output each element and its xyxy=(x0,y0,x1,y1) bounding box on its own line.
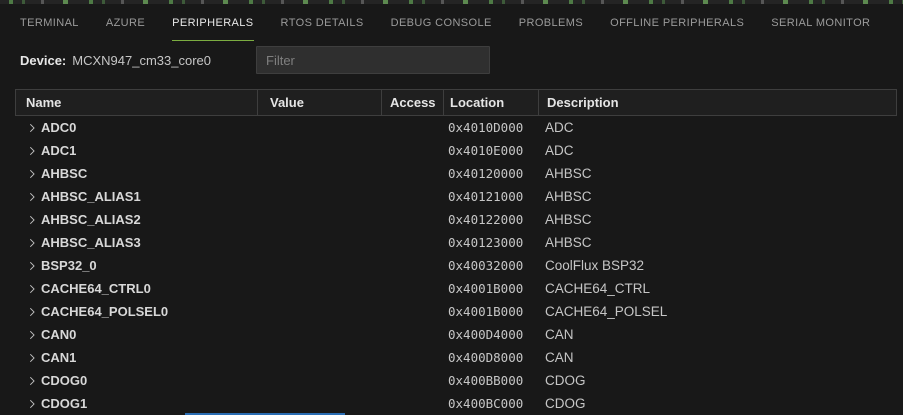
peripheral-location: 0x40122000 xyxy=(448,212,523,227)
peripheral-name: AHBSC_ALIAS1 xyxy=(41,189,141,204)
peripheral-name: CDOG0 xyxy=(41,373,87,388)
panel-tab-label: PERIPHERALS xyxy=(172,17,253,29)
peripheral-description: ADC xyxy=(545,143,574,158)
table-header: Name Value Access Location Description xyxy=(15,89,897,116)
peripheral-location: 0x400D8000 xyxy=(448,350,523,365)
column-header-name: Name xyxy=(16,90,257,115)
panel-tab-rtos-details[interactable]: RTOS DETAILS xyxy=(281,4,364,41)
table-row[interactable]: CACHE64_CTRL0 0x4001B000 CACHE64_CTRL xyxy=(0,277,903,300)
peripheral-location: 0x4001B000 xyxy=(448,304,523,319)
chevron-right-icon[interactable] xyxy=(25,235,41,251)
peripheral-name: AHBSC_ALIAS3 xyxy=(41,235,141,250)
panel-tab-serial-monitor[interactable]: SERIAL MONITOR xyxy=(771,4,870,41)
table-row[interactable]: CDOG0 0x400BB000 CDOG xyxy=(0,369,903,392)
peripheral-table-body: ADC0 0x4010D000 ADC ADC1 0x4010E000 ADC … xyxy=(0,116,903,415)
panel-tab-label: RTOS DETAILS xyxy=(281,17,364,29)
peripheral-location: 0x40120000 xyxy=(448,166,523,181)
table-row[interactable]: BSP32_0 0x40032000 CoolFlux BSP32 xyxy=(0,254,903,277)
peripheral-name: BSP32_0 xyxy=(41,258,97,273)
peripheral-location: 0x400BB000 xyxy=(448,373,523,388)
column-header-value: Value xyxy=(257,90,381,115)
peripheral-name: AHBSC xyxy=(41,166,87,181)
panel-tab-azure[interactable]: AZURE xyxy=(106,4,145,41)
peripheral-location: 0x40123000 xyxy=(448,235,523,250)
peripheral-name: CAN1 xyxy=(41,350,76,365)
peripheral-name: CACHE64_CTRL0 xyxy=(41,281,151,296)
chevron-right-icon[interactable] xyxy=(25,166,41,182)
panel-tab-label: PROBLEMS xyxy=(519,17,583,29)
table-row[interactable]: AHBSC_ALIAS1 0x40121000 AHBSC xyxy=(0,185,903,208)
device-toolbar: Device: MCXN947_cm33_core0 xyxy=(0,41,903,79)
peripheral-location: 0x40032000 xyxy=(448,258,523,273)
chevron-right-icon[interactable] xyxy=(25,120,41,136)
device-name-value: MCXN947_cm33_core0 xyxy=(72,53,211,68)
panel-tab-offline-peripherals[interactable]: OFFLINE PERIPHERALS xyxy=(610,4,744,41)
peripheral-name: CDOG1 xyxy=(41,396,87,411)
chevron-right-icon[interactable] xyxy=(25,189,41,205)
peripheral-description: AHBSC xyxy=(545,166,592,181)
chevron-right-icon[interactable] xyxy=(25,281,41,297)
peripheral-description: AHBSC xyxy=(545,189,592,204)
table-row[interactable]: ADC1 0x4010E000 ADC xyxy=(0,139,903,162)
panel-tab-label: SERIAL MONITOR xyxy=(771,17,870,29)
peripheral-name: CACHE64_POLSEL0 xyxy=(41,304,168,319)
chevron-right-icon[interactable] xyxy=(25,258,41,274)
peripheral-description: CDOG xyxy=(545,373,586,388)
peripheral-name: AHBSC_ALIAS2 xyxy=(41,212,141,227)
chevron-right-icon[interactable] xyxy=(25,212,41,228)
panel-tab-debug-console[interactable]: DEBUG CONSOLE xyxy=(391,4,492,41)
panel-tab-terminal[interactable]: TERMINAL xyxy=(20,4,79,41)
peripheral-name: ADC0 xyxy=(41,120,76,135)
panel-tab-problems[interactable]: PROBLEMS xyxy=(519,4,583,41)
panel-tab-label: OFFLINE PERIPHERALS xyxy=(610,17,744,29)
column-header-description: Description xyxy=(538,90,896,115)
table-row[interactable]: CAN0 0x400D4000 CAN xyxy=(0,323,903,346)
peripheral-description: CAN xyxy=(545,350,574,365)
peripheral-location: 0x4001B000 xyxy=(448,281,523,296)
chevron-right-icon[interactable] xyxy=(25,143,41,159)
chevron-right-icon[interactable] xyxy=(25,350,41,366)
table-row[interactable]: AHBSC_ALIAS3 0x40123000 AHBSC xyxy=(0,231,903,254)
chevron-right-icon[interactable] xyxy=(25,327,41,343)
table-row[interactable]: AHBSC 0x40120000 AHBSC xyxy=(0,162,903,185)
peripheral-name: CAN0 xyxy=(41,327,76,342)
peripheral-location: 0x40121000 xyxy=(448,189,523,204)
panel-tab-label: AZURE xyxy=(106,17,145,29)
peripheral-description: CACHE64_CTRL xyxy=(545,281,650,296)
peripheral-description: CoolFlux BSP32 xyxy=(545,258,644,273)
peripheral-description: CAN xyxy=(545,327,574,342)
peripheral-description: CACHE64_POLSEL xyxy=(545,304,667,319)
chevron-right-icon[interactable] xyxy=(25,373,41,389)
table-row[interactable]: CDOG1 0x400BC000 CDOG xyxy=(0,392,903,415)
table-row[interactable]: CACHE64_POLSEL0 0x4001B000 CACHE64_POLSE… xyxy=(0,300,903,323)
panel-tab-label: DEBUG CONSOLE xyxy=(391,17,492,29)
device-label: Device: xyxy=(20,53,66,68)
peripheral-name: ADC1 xyxy=(41,143,76,158)
table-row[interactable]: CAN1 0x400D8000 CAN xyxy=(0,346,903,369)
peripheral-location: 0x4010E000 xyxy=(448,143,523,158)
peripheral-location: 0x400BC000 xyxy=(448,396,523,411)
peripheral-location: 0x4010D000 xyxy=(448,120,523,135)
chevron-right-icon[interactable] xyxy=(25,304,41,320)
peripheral-description: CDOG xyxy=(545,396,586,411)
peripheral-location: 0x400D4000 xyxy=(448,327,523,342)
panel-tab-peripherals[interactable]: PERIPHERALS xyxy=(172,4,253,41)
column-header-location: Location xyxy=(443,90,538,115)
peripheral-description: ADC xyxy=(545,120,574,135)
chevron-right-icon[interactable] xyxy=(25,396,41,412)
table-row[interactable]: ADC0 0x4010D000 ADC xyxy=(0,116,903,139)
table-row[interactable]: AHBSC_ALIAS2 0x40122000 AHBSC xyxy=(0,208,903,231)
filter-input[interactable] xyxy=(256,46,490,74)
panel-tab-bar: TERMINAL AZURE PERIPHERALS RTOS DETAILS DEBU… xyxy=(0,4,903,41)
peripheral-description: AHBSC xyxy=(545,235,592,250)
peripheral-description: AHBSC xyxy=(545,212,592,227)
panel-tab-label: TERMINAL xyxy=(20,17,79,29)
column-header-access: Access xyxy=(381,90,443,115)
